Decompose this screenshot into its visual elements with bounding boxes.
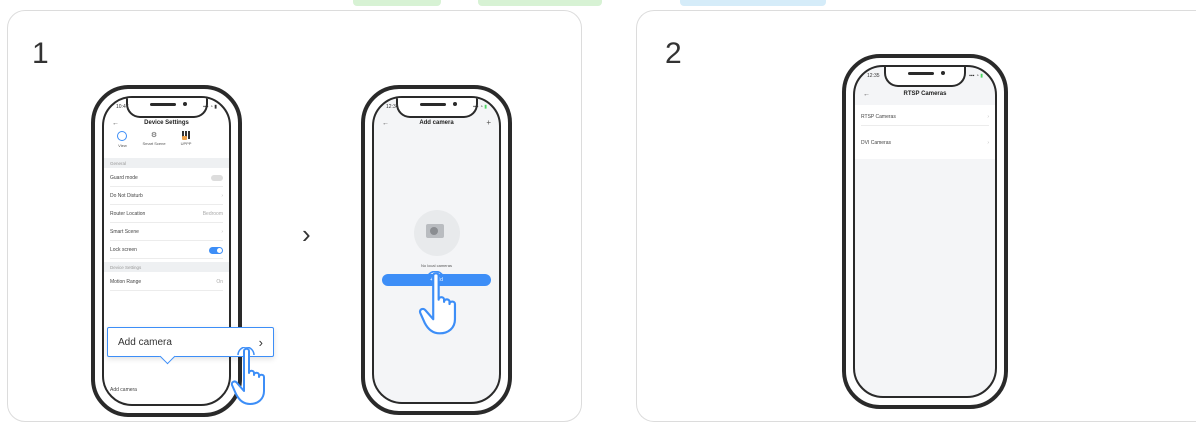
- chevron-right-icon: ›: [221, 229, 223, 235]
- screen-title: Device Settings: [144, 120, 189, 126]
- phone-device-settings: 10:47 ▪▪▪ ◔ ▮ ← Device Settings View ⚙ S…: [91, 85, 242, 417]
- row-guard-mode[interactable]: Guard mode: [110, 170, 223, 187]
- status-icons: ▪▪▪ ◔ ▮: [203, 104, 217, 110]
- status-icons: ▪▪▪ ◔ ▮: [473, 104, 487, 110]
- tab-smart-scene[interactable]: ⚙ Smart Scene: [142, 131, 165, 148]
- row-smart-scene[interactable]: Smart Scene ›: [110, 224, 223, 241]
- phone-add-camera: 12:34 ▪▪▪ ◔ ▮ ← Add camera + No local ca…: [361, 85, 512, 415]
- row-router-location[interactable]: Router Location Bedroom: [110, 206, 223, 223]
- step-2-panel: 2 12:35 ▪▪▪ ◔ ▮ ← RTSP Cameras RTSP Came…: [636, 10, 1196, 422]
- lock-screen-toggle[interactable]: [209, 246, 223, 254]
- status-time: 12:35: [867, 73, 880, 79]
- section-device-settings: Device Settings: [104, 262, 229, 272]
- screen-title: RTSP Cameras: [903, 91, 947, 97]
- top-tab-hint-2: [478, 0, 602, 6]
- top-tab-hint-3: [680, 0, 826, 6]
- step-1-number: 1: [32, 37, 49, 70]
- status-bar: 12:34 ▪▪▪ ◔ ▮: [386, 104, 487, 110]
- row-lock-screen[interactable]: Lock screen: [110, 242, 223, 259]
- status-icons: ▪▪▪ ◔ ▮: [969, 73, 983, 79]
- camera-lens-icon: [430, 227, 438, 235]
- add-camera-label: Add camera: [118, 336, 172, 348]
- top-tab-hint-1: [353, 0, 441, 6]
- status-bar: 10:47 ▪▪▪ ◔ ▮: [116, 104, 217, 110]
- tap-hand-icon: [230, 347, 265, 405]
- phone-screen: 12:35 ▪▪▪ ◔ ▮ ← RTSP Cameras RTSP Camera…: [853, 65, 997, 398]
- row-do-not-disturb[interactable]: Do Not Disturb ›: [110, 188, 223, 205]
- scene-icon: ⚙: [150, 132, 158, 139]
- rtsp-list: RTSP Cameras › DVI Cameras ›: [855, 105, 995, 159]
- status-time: 10:47: [116, 104, 129, 110]
- row-motion-range[interactable]: Motion Range On: [110, 274, 223, 291]
- chevron-right-icon: ›: [987, 114, 989, 120]
- tap-hand-icon: [418, 271, 457, 335]
- phone-rtsp-cameras: 12:35 ▪▪▪ ◔ ▮ ← RTSP Cameras RTSP Camera…: [842, 54, 1008, 409]
- row-dvi-cameras[interactable]: DVI Cameras ›: [861, 135, 989, 151]
- status-bar: 12:35 ▪▪▪ ◔ ▮: [867, 73, 983, 79]
- step-1-panel: 1 10:47 ▪▪▪ ◔ ▮ ← Device Settings View ⚙…: [7, 10, 582, 422]
- section-general: General: [104, 158, 229, 168]
- chevron-right-icon: ›: [221, 193, 223, 199]
- camera-ring-icon: [117, 131, 128, 141]
- status-time: 12:34: [386, 104, 399, 110]
- guard-mode-toggle[interactable]: [211, 175, 223, 181]
- chevron-right-icon: ›: [987, 140, 989, 146]
- step-2-number: 2: [665, 37, 682, 70]
- tab-view[interactable]: View: [117, 131, 128, 148]
- add-icon[interactable]: +: [486, 118, 491, 127]
- row-add-camera-small[interactable]: Add camera: [110, 382, 223, 398]
- phone-screen: 12:34 ▪▪▪ ◔ ▮ ← Add camera + No local ca…: [372, 96, 501, 404]
- screen-title: Add camera: [419, 120, 454, 126]
- orange-marker-icon: [182, 136, 187, 140]
- next-step-arrow: ›: [302, 219, 311, 249]
- empty-text: No local cameras: [421, 263, 452, 268]
- row-rtsp-cameras[interactable]: RTSP Cameras ›: [861, 109, 989, 126]
